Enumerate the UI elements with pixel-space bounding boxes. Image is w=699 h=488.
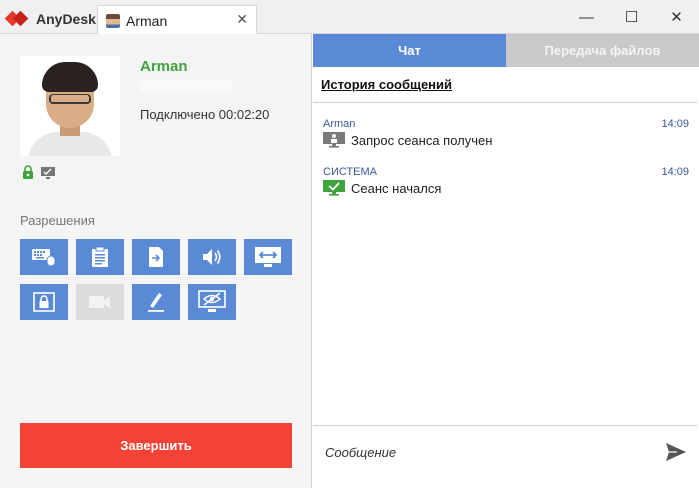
message-item: Arman 14:09 Запрос сеанса получен <box>323 118 689 148</box>
anydesk-home-tab[interactable]: AnyDesk <box>0 4 96 34</box>
anydesk-logo-icon <box>4 10 30 27</box>
pen-icon <box>148 293 164 312</box>
session-tab[interactable]: Arman ✕ <box>97 5 257 35</box>
sound-permission-button[interactable] <box>188 239 236 275</box>
close-tab-icon[interactable]: ✕ <box>236 11 248 28</box>
file-transfer-permission-button[interactable] <box>132 239 180 275</box>
privacy-mode-permission-button[interactable] <box>188 284 236 320</box>
session-info-panel: Arman Подключено 00:02:20 Разрешения Зав… <box>0 34 312 488</box>
session-tab-title: Arman <box>126 12 168 29</box>
message-input[interactable] <box>325 440 645 464</box>
redacted-address <box>140 80 232 92</box>
screen-arrows-icon <box>255 247 281 267</box>
tab-file-transfer[interactable]: Передача файлов <box>506 34 699 67</box>
message-input-area <box>313 425 697 488</box>
keyboard-mouse-permission-button[interactable] <box>20 239 68 275</box>
keyboard-mouse-icon <box>32 249 56 267</box>
session-started-icon <box>323 180 345 196</box>
privacy-mode-icon <box>198 290 226 312</box>
clipboard-permission-button[interactable] <box>76 239 124 275</box>
lock-screen-icon <box>33 292 55 312</box>
panel-tabs: Чат Передача файлов <box>313 34 699 67</box>
history-header: История сообщений <box>313 67 697 103</box>
remote-user-name: Arman <box>140 58 188 75</box>
message-time: 14:09 <box>661 166 689 178</box>
draw-permission-button[interactable] <box>132 284 180 320</box>
lock-screen-permission-button[interactable] <box>20 284 68 320</box>
session-request-icon <box>323 132 345 148</box>
message-sender: Arman <box>323 118 356 130</box>
app-name: AnyDesk <box>36 11 96 27</box>
camera-icon <box>89 296 110 308</box>
message-sender: СИСТЕМА <box>323 166 377 178</box>
avatar <box>20 56 120 156</box>
clipboard-icon <box>92 246 108 267</box>
lock-icon <box>23 165 33 179</box>
window-controls: — ☐ ✕ <box>564 0 699 34</box>
history-title: История сообщений <box>321 77 453 92</box>
tab-chat[interactable]: Чат <box>313 34 506 67</box>
message-time: 14:09 <box>661 118 689 130</box>
permissions-title: Разрешения <box>20 213 95 228</box>
file-transfer-icon <box>149 247 163 267</box>
message-text: Запрос сеанса получен <box>351 132 493 148</box>
message-item: СИСТЕМА 14:09 Сеанс начался <box>323 166 689 196</box>
chat-panel: Чат Передача файлов История сообщений Ar… <box>313 34 699 488</box>
maximize-button[interactable]: ☐ <box>609 0 654 34</box>
send-icon[interactable] <box>665 442 687 462</box>
control-screen-permission-button[interactable] <box>244 239 292 275</box>
connection-status: Подключено 00:02:20 <box>140 107 270 122</box>
tab-avatar <box>106 13 120 28</box>
monitor-icon <box>41 167 55 179</box>
minimize-button[interactable]: — <box>564 0 609 34</box>
message-text: Сеанс начался <box>351 180 442 196</box>
title-bar: AnyDesk Arman ✕ — ☐ ✕ <box>0 0 699 35</box>
speaker-icon <box>203 249 221 265</box>
close-window-button[interactable]: ✕ <box>654 0 699 34</box>
camera-permission-button <box>76 284 124 320</box>
end-session-button[interactable]: Завершить <box>20 423 292 468</box>
